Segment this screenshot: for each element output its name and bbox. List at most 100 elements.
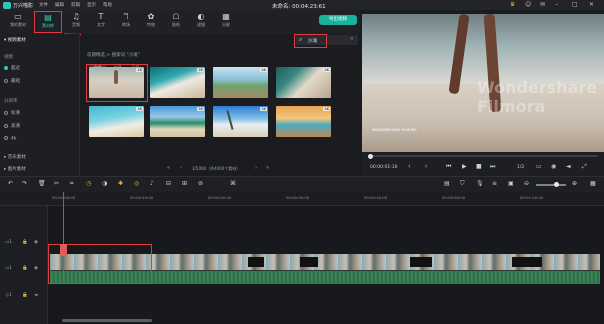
- eye-icon[interactable]: ◉: [34, 240, 38, 245]
- crop-icon[interactable]: ⌗: [70, 180, 73, 188]
- stock-content-panel: 前期精选 > 搜索词 "沙滩" 全部 收藏 下载 ⌕ 沙滩 ✕ 4K 4K 4K…: [81, 34, 360, 184]
- timeline-scrollbar[interactable]: [62, 319, 152, 322]
- sidebar-item-video[interactable]: ▾ 视频素材: [4, 37, 26, 43]
- video-preview[interactable]: Wondershare Filmora WONDERSHARE FILMORA: [362, 14, 604, 152]
- playhead-marker[interactable]: [60, 244, 67, 256]
- sidebar-item-images[interactable]: ▸ 图片素材: [4, 166, 26, 172]
- timeline-tracks: ▭1 🔒 ◉ ▭1 🔒 ◉ ♫1 🔒 ◄: [0, 192, 604, 324]
- clip-black-frame: [410, 257, 432, 267]
- clip-black-frame: [300, 257, 318, 267]
- zoom-slider-handle[interactable]: [554, 182, 559, 187]
- track-header-column: [0, 206, 48, 324]
- prev-marker-icon[interactable]: ‹: [408, 163, 410, 170]
- filter-group-resolution: 分辨率: [4, 99, 18, 104]
- filter-option-2[interactable]: 最短: [4, 78, 20, 84]
- delete-icon[interactable]: 🗑: [38, 180, 46, 187]
- volume-icon[interactable]: ◄: [566, 163, 571, 170]
- speed-icon[interactable]: ◷: [86, 180, 91, 187]
- preview-small-watermark: WONDERSHARE FILMORA: [372, 128, 417, 132]
- clip-black-frame: [248, 257, 264, 267]
- ruler-tick: 00:01:00:00: [520, 195, 544, 200]
- filter-option-1[interactable]: 超过: [4, 65, 20, 71]
- next-marker-icon[interactable]: ›: [425, 163, 427, 170]
- track-icon-video-2: ▭1: [5, 240, 13, 245]
- next-page-icon[interactable]: ›: [255, 165, 257, 171]
- record-icon[interactable]: ⊚: [198, 180, 203, 187]
- breadcrumb: 前期精选 > 搜索词 "沙滩": [87, 53, 140, 58]
- eye-icon[interactable]: ◉: [34, 266, 38, 271]
- cut-icon[interactable]: ✂: [54, 180, 59, 187]
- stock-thumbnail-8[interactable]: 4K: [276, 106, 331, 137]
- split-icon[interactable]: ⊟: [166, 180, 171, 187]
- screenshot-icon[interactable]: ▭: [536, 163, 542, 170]
- clip-black-frame: [512, 257, 542, 267]
- fit-timeline-icon[interactable]: ▦: [590, 180, 596, 187]
- voiceover-icon[interactable]: ▣: [508, 180, 514, 187]
- preview-timecode: 00:00:01:16: [370, 165, 398, 170]
- preview-watermark: Wondershare Filmora: [477, 78, 598, 116]
- radio-icon: [4, 110, 8, 115]
- timeline-toolbar: ↶ ↷ 🗑 ✂ ⌗ ◷ ◑ ✱ ◎ ♪ ⊟ ⊞ ⊚ ⌘ ▤ ⛉ 🎙 ≡ ▣ ⊖ …: [0, 176, 604, 192]
- zoom-slider[interactable]: [536, 182, 566, 187]
- zoom-out-icon[interactable]: ⊖: [524, 180, 529, 187]
- stock-thumbnail-7[interactable]: 4K: [213, 106, 268, 137]
- playback-progress[interactable]: [368, 153, 598, 159]
- play-icon[interactable]: ▶: [462, 163, 467, 170]
- filter-option-4k[interactable]: 4k: [4, 136, 16, 142]
- render-icon[interactable]: ▤: [444, 180, 450, 187]
- green-screen-icon[interactable]: ✱: [118, 180, 123, 187]
- fullscreen-icon[interactable]: ⤢: [582, 163, 587, 171]
- radio-icon: [4, 65, 8, 70]
- prev-page-icon[interactable]: ‹: [180, 165, 182, 171]
- zoom-ratio[interactable]: 1/2: [517, 165, 524, 170]
- lock-icon[interactable]: 🔒: [22, 266, 28, 271]
- playhead-handle[interactable]: [368, 153, 373, 159]
- marker-icon[interactable]: ⛉: [460, 180, 465, 188]
- ruler-tick: 00:00:10:00: [130, 195, 154, 200]
- stock-thumbnail-6[interactable]: 4K: [150, 106, 205, 137]
- selected-thumbnail-highlight: [86, 64, 148, 102]
- stabilize-icon[interactable]: ◎: [134, 180, 139, 187]
- stock-thumbnail-5[interactable]: 4K: [89, 106, 144, 137]
- ruler-tick: 00:00:50:00: [442, 195, 466, 200]
- radio-icon: [4, 136, 8, 140]
- detach-icon[interactable]: ⊞: [182, 180, 187, 187]
- lock-icon[interactable]: 🔒: [22, 293, 28, 298]
- keyframe-icon[interactable]: ⌘: [230, 180, 236, 187]
- stock-thumbnail-3[interactable]: 4K: [213, 67, 268, 98]
- last-page-icon[interactable]: »: [266, 165, 269, 171]
- speaker-icon[interactable]: ◄: [34, 293, 37, 298]
- category-sidebar: ▾ 视频素材 视频 超过 最短 分辨率 标清 高清 4k ▸ 音乐素材 ▸ 图片…: [0, 34, 80, 184]
- track-icon-audio-1: ♫1: [5, 293, 12, 298]
- mic-icon[interactable]: 🎙: [476, 180, 484, 187]
- filter-option-hd[interactable]: 高清: [4, 123, 20, 129]
- track-icon-video-1: ▭1: [5, 266, 13, 271]
- radio-icon: [4, 123, 8, 128]
- filter-group-video: 视频: [4, 55, 13, 60]
- playhead-line[interactable]: [63, 192, 64, 282]
- ruler-tick: 00:00:20:00: [208, 195, 232, 200]
- audio-adjust-icon[interactable]: ♪: [150, 180, 154, 187]
- palm-tree-shape: [226, 110, 234, 130]
- undo-icon[interactable]: ↶: [8, 180, 13, 187]
- first-page-icon[interactable]: «: [167, 165, 170, 171]
- lock-icon[interactable]: 🔒: [22, 240, 28, 245]
- ruler-tick: 00:00:30:00: [286, 195, 310, 200]
- mixer-icon[interactable]: ≡: [492, 180, 497, 187]
- zoom-in-icon[interactable]: ⊕: [572, 180, 577, 187]
- step-forward-icon[interactable]: ⏭: [490, 163, 495, 171]
- timeline-ruler[interactable]: 00:00:00:00 00:00:10:00 00:00:20:00 00:0…: [0, 192, 604, 206]
- camera-icon[interactable]: ◉: [551, 163, 556, 170]
- search-highlight-box: [294, 34, 327, 48]
- filter-option-sd[interactable]: 标清: [4, 110, 20, 116]
- step-back-icon[interactable]: ⏮: [446, 163, 451, 171]
- clear-search-icon[interactable]: ✕: [350, 37, 354, 42]
- pagination-info: 1/5000（共4000个素材）: [192, 166, 241, 171]
- stop-icon[interactable]: ■: [476, 163, 482, 170]
- sidebar-item-music[interactable]: ▸ 音乐素材: [4, 154, 26, 160]
- redo-icon[interactable]: ↷: [22, 180, 27, 187]
- color-icon[interactable]: ◑: [102, 180, 107, 187]
- stock-thumbnail-2[interactable]: 4K: [150, 67, 205, 98]
- ruler-tick: 00:00:40:00: [364, 195, 388, 200]
- stock-thumbnail-4[interactable]: 4K: [276, 67, 331, 98]
